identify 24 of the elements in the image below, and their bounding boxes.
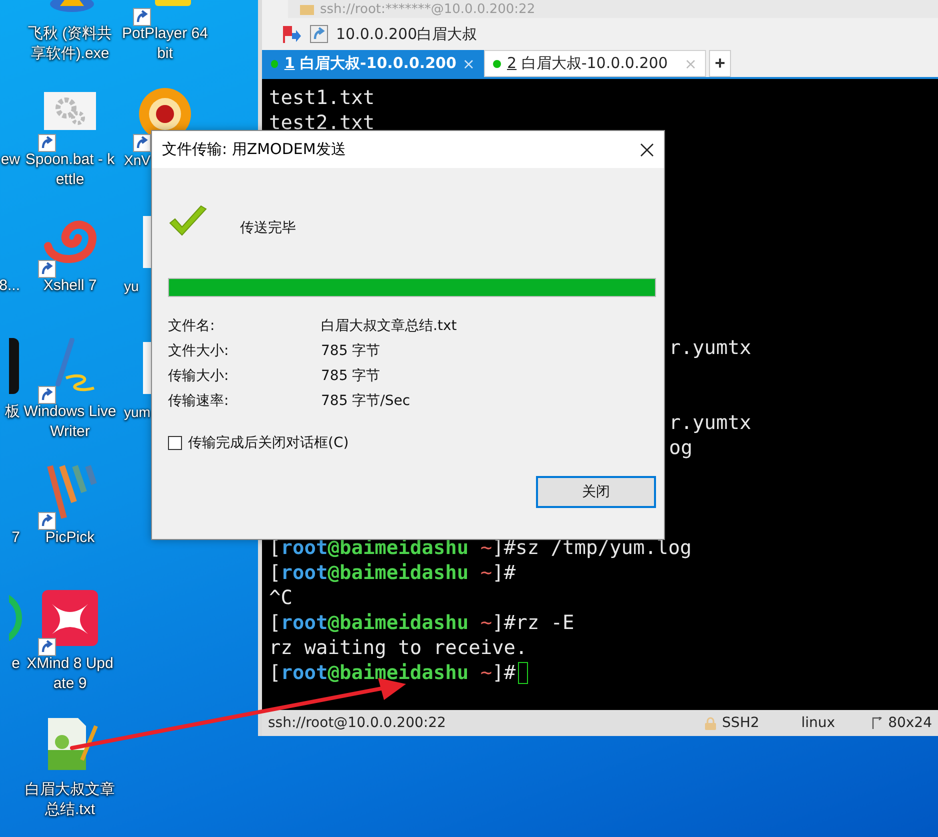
status-text: 传送完毕	[240, 219, 296, 237]
status-protocol: SSH2	[722, 715, 760, 731]
terminal-line: ^C	[269, 585, 292, 610]
terminal-line: [root@baimeidashu ~]#	[269, 560, 516, 585]
terminal-line: r.yumtx	[669, 335, 752, 360]
field-value: 785 字节	[321, 342, 382, 360]
terminal-line: [root@baimeidashu ~]#	[269, 660, 516, 685]
dialog-title: 文件传输: 用ZMODEM发送	[162, 140, 346, 159]
status-terminal-type: linux	[801, 715, 836, 731]
terminal-line: test2.txt	[269, 110, 375, 135]
field-label: 文件大小:	[168, 342, 230, 360]
field-value: 785 字节	[321, 367, 382, 385]
status-size: 80x24	[888, 715, 932, 731]
status-address: ssh://root@10.0.0.200:22	[268, 715, 446, 731]
field-label: 传输大小:	[168, 367, 230, 385]
terminal-line: rz waiting to receive.	[269, 635, 528, 660]
terminal-line: test1.txt	[269, 85, 375, 110]
field-value: 785 字节/Sec	[321, 392, 412, 410]
terminal-line: og	[669, 435, 692, 460]
terminal-line: [root@baimeidashu ~]#rz -E	[269, 610, 574, 635]
field-value: 白眉大叔文章总结.txt	[321, 317, 458, 335]
field-label: 文件名:	[168, 317, 216, 335]
field-label: 传输速率:	[168, 392, 230, 410]
terminal-line: r.yumtx	[669, 410, 752, 435]
